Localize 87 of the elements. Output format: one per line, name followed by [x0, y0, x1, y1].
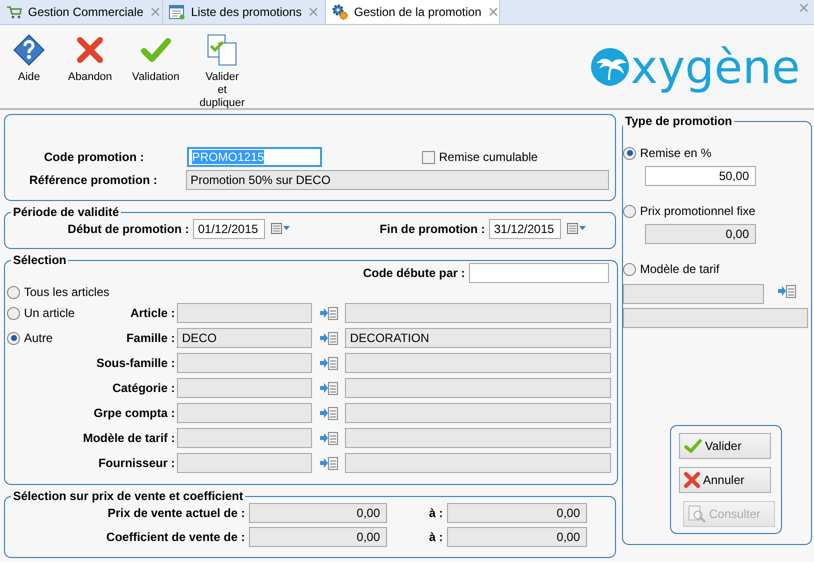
field-label: Code débute par : [362, 266, 465, 280]
cross-icon [76, 36, 104, 64]
gear-icon [332, 4, 348, 20]
calendar-icon[interactable] [567, 223, 587, 235]
section-title: Période de validité [12, 205, 120, 219]
radio-label: Un article [24, 306, 75, 320]
input-field[interactable] [177, 378, 312, 398]
action-button[interactable]: Valider [679, 433, 771, 459]
input-field[interactable] [345, 353, 611, 373]
cart-icon [6, 5, 22, 19]
input-field[interactable] [177, 453, 312, 473]
section-title: Sélection sur prix de vente et coefficient [12, 489, 244, 503]
field-label: Catégorie : [111, 381, 176, 395]
field-label: Modèle de tarif : [82, 431, 176, 445]
lookup-icon[interactable] [320, 431, 338, 445]
input-field[interactable] [345, 453, 611, 473]
logo-text: xygène [630, 41, 800, 94]
radio-button[interactable] [7, 286, 20, 298]
input-field[interactable] [177, 303, 312, 323]
toolbar-button[interactable]: Validation [126, 31, 186, 86]
tab[interactable]: Gestion de la promotion ✕ [326, 0, 500, 24]
section-title: Sélection [12, 253, 68, 267]
radio-label: Tous les articles [24, 285, 110, 299]
checkbox-label: Remise cumulable [439, 150, 538, 164]
field-label: Coefficient de vente de : [105, 530, 245, 544]
input-field[interactable] [623, 308, 808, 328]
radio-button[interactable] [623, 262, 636, 276]
input-field[interactable]: 0,00 [249, 503, 387, 523]
field-label: à : [428, 506, 443, 520]
field-label: Début de promotion : [66, 222, 189, 236]
input-field[interactable]: Promotion 50% sur DECO [186, 170, 609, 190]
date-field[interactable]: 01/12/2015 [193, 219, 265, 239]
input-field[interactable] [177, 403, 312, 423]
field-label: Fournisseur : [97, 456, 176, 470]
input-field[interactable]: DECORATION [345, 328, 611, 348]
input-field[interactable]: 50,00 [645, 166, 756, 186]
radio-button[interactable] [7, 306, 20, 320]
lookup-icon[interactable] [320, 331, 338, 345]
toolbar-button[interactable]: Aide [4, 31, 54, 86]
toolbar-button[interactable]: Abandon [62, 31, 118, 86]
date-field[interactable]: 31/12/2015 [489, 219, 561, 239]
input-field[interactable] [345, 378, 611, 398]
help-icon [13, 34, 45, 66]
field-label: Référence promotion : [28, 173, 158, 187]
cross-icon [684, 472, 700, 488]
input-field[interactable] [345, 303, 611, 323]
lookup-icon[interactable] [320, 356, 338, 370]
radio-button[interactable] [7, 332, 20, 344]
radio-label: Prix promotionnel fixe [640, 204, 756, 218]
check-icon [140, 37, 171, 63]
search-icon [688, 505, 706, 523]
input-field[interactable] [469, 263, 609, 283]
field-label: Article : [129, 306, 176, 320]
action-button[interactable]: Annuler [679, 467, 771, 493]
input-field[interactable]: 0,00 [447, 503, 587, 523]
input-field[interactable] [623, 284, 764, 304]
toolbar-button[interactable]: Valider et dupliquer [194, 31, 251, 112]
input-field[interactable] [177, 428, 312, 448]
lookup-icon[interactable] [320, 456, 338, 470]
field-label: Code promotion : [43, 150, 145, 164]
check-icon [684, 439, 702, 453]
lookup-icon[interactable] [320, 306, 338, 320]
section-title: Type de promotion [624, 114, 734, 128]
radio-label: Autre [24, 331, 53, 345]
input-field[interactable] [177, 353, 312, 373]
palm-logo-icon [588, 46, 631, 88]
calendar-icon[interactable] [271, 223, 291, 235]
input-field[interactable]: DECO [177, 328, 312, 348]
duplicate-icon [206, 34, 238, 66]
field-label: à : [428, 530, 443, 544]
input-field[interactable] [345, 428, 611, 448]
lookup-icon[interactable] [320, 381, 338, 395]
field-label: Fin de promotion : [378, 222, 485, 236]
radio-label: Remise en % [640, 146, 712, 160]
input-field[interactable]: 0,00 [447, 527, 587, 547]
field-label: Sous-famille : [95, 356, 176, 370]
input-field[interactable]: 0,00 [249, 527, 387, 547]
field-label: Grpe compta : [92, 406, 176, 420]
field-label: Famille : [125, 331, 176, 345]
lookup-icon[interactable] [320, 406, 338, 420]
list-icon [169, 4, 185, 20]
lookup-icon[interactable] [778, 284, 796, 298]
radio-button[interactable] [623, 146, 636, 160]
field-label: Prix de vente actuel de : [106, 506, 245, 520]
input-field[interactable] [345, 403, 611, 423]
checkbox[interactable] [422, 150, 435, 164]
radio-label: Modèle de tarif [640, 262, 720, 276]
